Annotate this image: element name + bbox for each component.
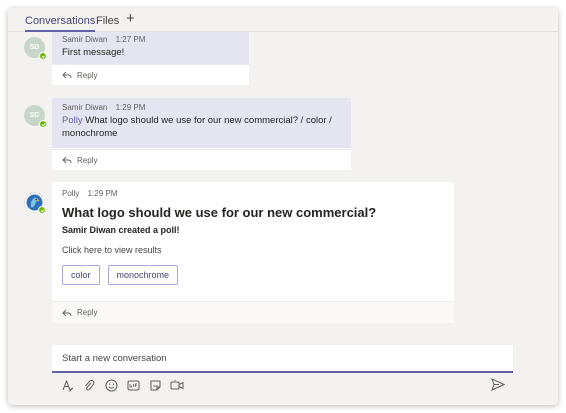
- reply-label: Reply: [77, 155, 98, 165]
- meet-now-icon[interactable]: [170, 378, 184, 392]
- poll-option-color[interactable]: color: [62, 265, 100, 285]
- tab-files[interactable]: Files: [96, 15, 119, 27]
- message-text: Polly What logo should we use for our ne…: [62, 114, 341, 140]
- poll-subtitle: Samir Diwan created a poll!: [62, 225, 180, 235]
- polly-bot-avatar[interactable]: [24, 192, 46, 214]
- poll-options: color monochrome: [62, 265, 444, 285]
- mention-polly[interactable]: Polly: [62, 115, 83, 126]
- presence-available-icon: [39, 120, 47, 128]
- presence-available-icon: [38, 206, 46, 214]
- avatar[interactable]: SD: [24, 105, 47, 128]
- teams-channel-window: Conversations Files + SD Samir Diwan 1:2…: [8, 8, 558, 405]
- message-time: 1:27 PM: [115, 35, 146, 44]
- reply-icon: [62, 309, 72, 316]
- reply-icon: [62, 156, 72, 164]
- reply-icon: [62, 71, 72, 79]
- avatar[interactable]: SD: [24, 37, 47, 60]
- new-conversation-input[interactable]: Start a new conversation: [52, 345, 513, 373]
- tab-bar: Conversations Files +: [8, 8, 558, 32]
- tab-conversations[interactable]: Conversations: [25, 15, 96, 32]
- view-results-link[interactable]: Click here to view results: [62, 245, 444, 255]
- reply-button[interactable]: Reply: [52, 64, 249, 85]
- emoji-icon[interactable]: [104, 378, 118, 392]
- message-meta: Samir Diwan 1:27 PM: [62, 35, 239, 44]
- avatar-initials: SD: [29, 44, 40, 51]
- presence-available-icon: [39, 52, 47, 60]
- avatar-initials: SD: [29, 112, 40, 119]
- sticker-icon[interactable]: [148, 378, 162, 392]
- compose-toolbar: [60, 378, 184, 392]
- reply-button[interactable]: Reply: [52, 149, 351, 170]
- message-time: 1:29 PM: [115, 103, 146, 112]
- send-icon[interactable]: [491, 378, 506, 392]
- format-icon[interactable]: [60, 378, 74, 392]
- poll-body: Polly 1:29 PM What logo should we use fo…: [52, 182, 454, 285]
- poll-card: Polly 1:29 PM What logo should we use fo…: [52, 182, 454, 323]
- reply-label: Reply: [77, 70, 98, 80]
- reply-label: Reply: [77, 308, 98, 317]
- attach-icon[interactable]: [82, 378, 96, 392]
- message-text-body: What logo should we use for our new comm…: [62, 115, 332, 139]
- gif-icon[interactable]: [126, 378, 140, 392]
- message-time: 1:29 PM: [87, 189, 118, 198]
- message-author[interactable]: Polly: [62, 189, 79, 198]
- poll-title: What logo should we use for our new comm…: [62, 205, 377, 220]
- message-meta: Samir Diwan 1:29 PM: [62, 103, 341, 112]
- message-author[interactable]: Samir Diwan: [62, 35, 107, 44]
- message-author[interactable]: Samir Diwan: [62, 103, 107, 112]
- compose-placeholder: Start a new conversation: [62, 353, 167, 364]
- reply-button[interactable]: Reply: [52, 301, 454, 323]
- message-body: Samir Diwan 1:27 PM First message!: [52, 32, 249, 64]
- message-meta: Polly 1:29 PM: [62, 189, 444, 198]
- add-tab-icon[interactable]: +: [126, 11, 135, 26]
- message-body: Samir Diwan 1:29 PM Polly What logo shou…: [52, 98, 351, 148]
- poll-option-monochrome[interactable]: monochrome: [107, 265, 179, 285]
- message-text: First message!: [62, 47, 125, 58]
- message-card: Samir Diwan 1:29 PM Polly What logo shou…: [52, 98, 351, 170]
- message-card: Samir Diwan 1:27 PM First message! Reply: [52, 32, 249, 85]
